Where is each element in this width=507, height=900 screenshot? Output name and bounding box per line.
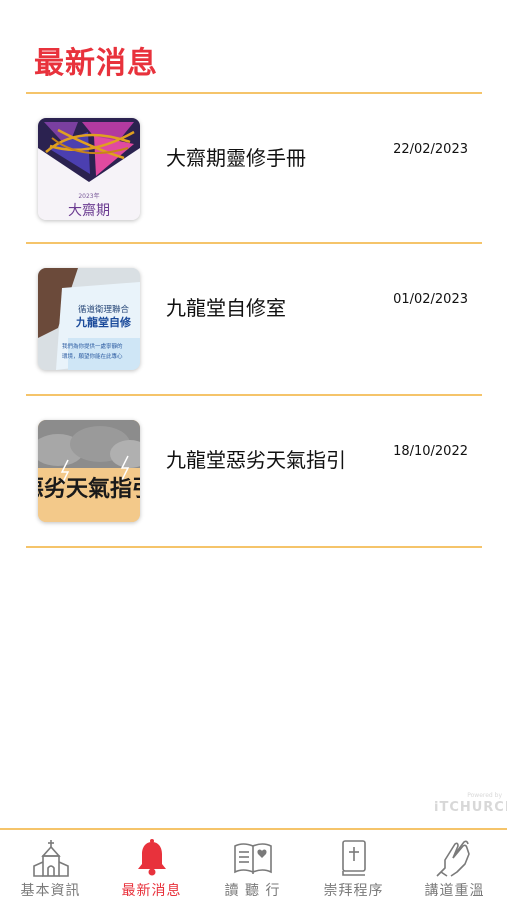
tab-label: 最新消息 [121, 883, 182, 899]
page-title: 最新消息 [34, 46, 158, 81]
watermark-small-text: Powered by [467, 792, 502, 799]
svg-text:我們為你提供一處寧靜的: 我們為你提供一處寧靜的 [62, 342, 123, 350]
news-title: 九龍堂惡劣天氣指引 [166, 448, 346, 472]
praying-hands-icon [435, 840, 470, 877]
news-thumbnail: 循道衛理聯合 九龍堂自修 我們為你提供一處寧靜的 環境，願望你能在此專心 [38, 268, 140, 370]
news-date: 22/02/2023 [393, 142, 468, 157]
news-divider [26, 546, 482, 548]
news-item[interactable]: 2023年 大齋期 大齋期靈修手冊 22/02/2023 [26, 94, 482, 244]
news-title: 九龍堂自修室 [166, 296, 286, 320]
bell-icon [137, 839, 166, 876]
tab-latest-news[interactable]: 最新消息 [101, 830, 202, 900]
news-thumbnail: 2023年 大齋期 [38, 118, 140, 220]
news-item[interactable]: 惡劣天氣指引 九龍堂惡劣天氣指引 18/10/2022 [26, 396, 482, 546]
news-item[interactable]: 循道衛理聯合 九龍堂自修 我們為你提供一處寧靜的 環境，願望你能在此專心 九龍堂… [26, 244, 482, 394]
tab-worship-order[interactable]: 崇拜程序 [303, 830, 404, 900]
open-book-icon [233, 843, 272, 874]
tab-basic-info[interactable]: 基本資訊 [0, 830, 101, 900]
church-icon [32, 840, 69, 877]
powered-by-watermark: Powered by iTCHURCH [432, 790, 507, 820]
tab-label: 基本資訊 [20, 883, 81, 899]
svg-text:惡劣天氣指引: 惡劣天氣指引 [38, 476, 140, 502]
svg-text:大齋期: 大齋期 [68, 202, 110, 219]
bible-icon [341, 840, 366, 876]
watermark-brand-text: iTCHURCH [434, 800, 507, 815]
svg-text:九龍堂自修: 九龍堂自修 [75, 315, 132, 329]
tab-label: 講道重溫 [424, 883, 485, 899]
tab-label: 崇拜程序 [323, 883, 384, 899]
svg-text:環境，願望你能在此專心: 環境，願望你能在此專心 [62, 352, 123, 360]
news-thumbnail: 惡劣天氣指引 [38, 420, 140, 522]
lent-cover-image: 2023年 大齋期 [38, 118, 140, 220]
news-date: 18/10/2022 [393, 444, 468, 459]
bad-weather-image: 惡劣天氣指引 [38, 420, 140, 522]
study-room-image: 循道衛理聯合 九龍堂自修 我們為你提供一處寧靜的 環境，願望你能在此專心 [38, 268, 140, 370]
tab-read-listen-act[interactable]: 讀 聽 行 [202, 830, 303, 900]
news-date: 01/02/2023 [393, 292, 468, 307]
svg-text:2023年: 2023年 [78, 192, 99, 200]
tab-sermon-review[interactable]: 講道重溫 [404, 830, 505, 900]
svg-text:循道衛理聯合: 循道衛理聯合 [78, 304, 130, 315]
news-title: 大齋期靈修手冊 [166, 146, 306, 170]
bottom-tab-bar: 基本資訊 最新消息 讀 聽 行 崇拜程序 講道重溫 [0, 828, 507, 900]
tab-label: 讀 聽 行 [224, 883, 281, 899]
